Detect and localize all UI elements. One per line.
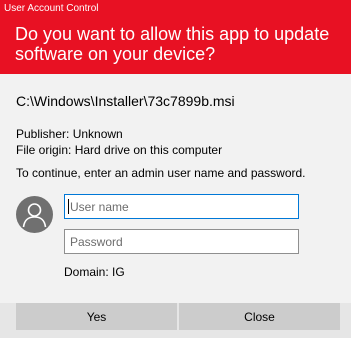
prompt-question: Do you want to allow this app to update … — [15, 24, 330, 64]
username-input[interactable] — [64, 194, 299, 219]
close-button[interactable]: Close — [179, 303, 340, 330]
uac-dialog: User Account Control Do you want to allo… — [0, 0, 351, 338]
file-origin-label: File origin: Hard drive on this computer — [16, 143, 223, 157]
dialog-header: User Account Control Do you want to allo… — [0, 0, 351, 74]
dialog-footer: Yes Close — [0, 303, 351, 338]
credential-instruction: To continue, enter an admin user name an… — [16, 166, 306, 180]
password-input[interactable] — [64, 229, 299, 254]
publisher-label: Publisher: Unknown — [16, 127, 123, 141]
dialog-body: C:\Windows\Installer\73c7899b.msi Publis… — [0, 74, 351, 303]
user-avatar-icon — [16, 196, 53, 233]
text-caret — [68, 199, 69, 214]
window-title: User Account Control — [4, 3, 99, 14]
yes-button[interactable]: Yes — [16, 303, 177, 330]
domain-label: Domain: IG — [64, 265, 125, 279]
program-path: C:\Windows\Installer\73c7899b.msi — [16, 93, 235, 109]
